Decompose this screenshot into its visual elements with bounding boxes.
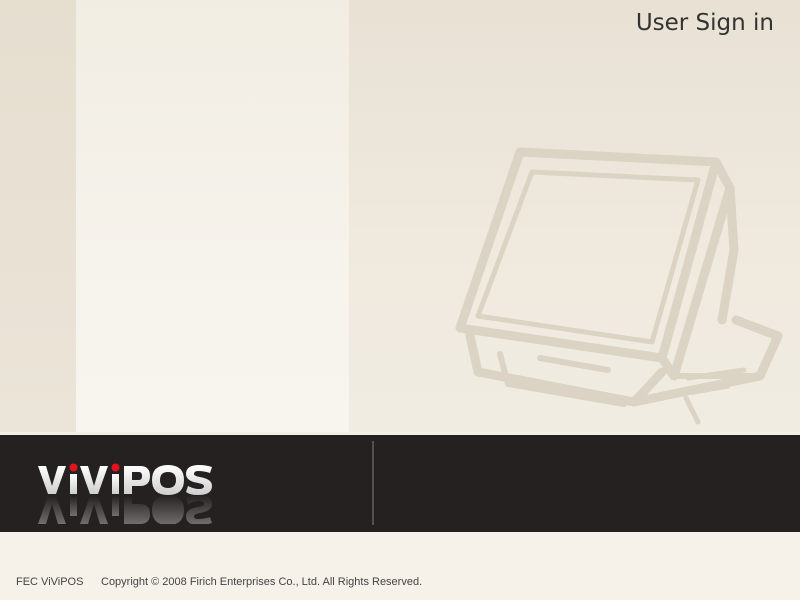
- sign-in-screen: User Sign in FEC ViViPOS Copyright © 200…: [0, 0, 800, 600]
- band-divider: [372, 441, 374, 525]
- background-left-panel: [76, 0, 349, 432]
- footer: [0, 532, 800, 600]
- background-left-edge: [0, 0, 76, 432]
- page-title: User Sign in: [635, 10, 774, 36]
- vivipos-logo: [38, 463, 212, 524]
- pos-terminal-icon: [455, 147, 783, 425]
- footer-copyright: Copyright © 2008 Firich Enterprises Co.,…: [101, 576, 423, 588]
- footer-product-name: FEC ViViPOS: [16, 576, 84, 588]
